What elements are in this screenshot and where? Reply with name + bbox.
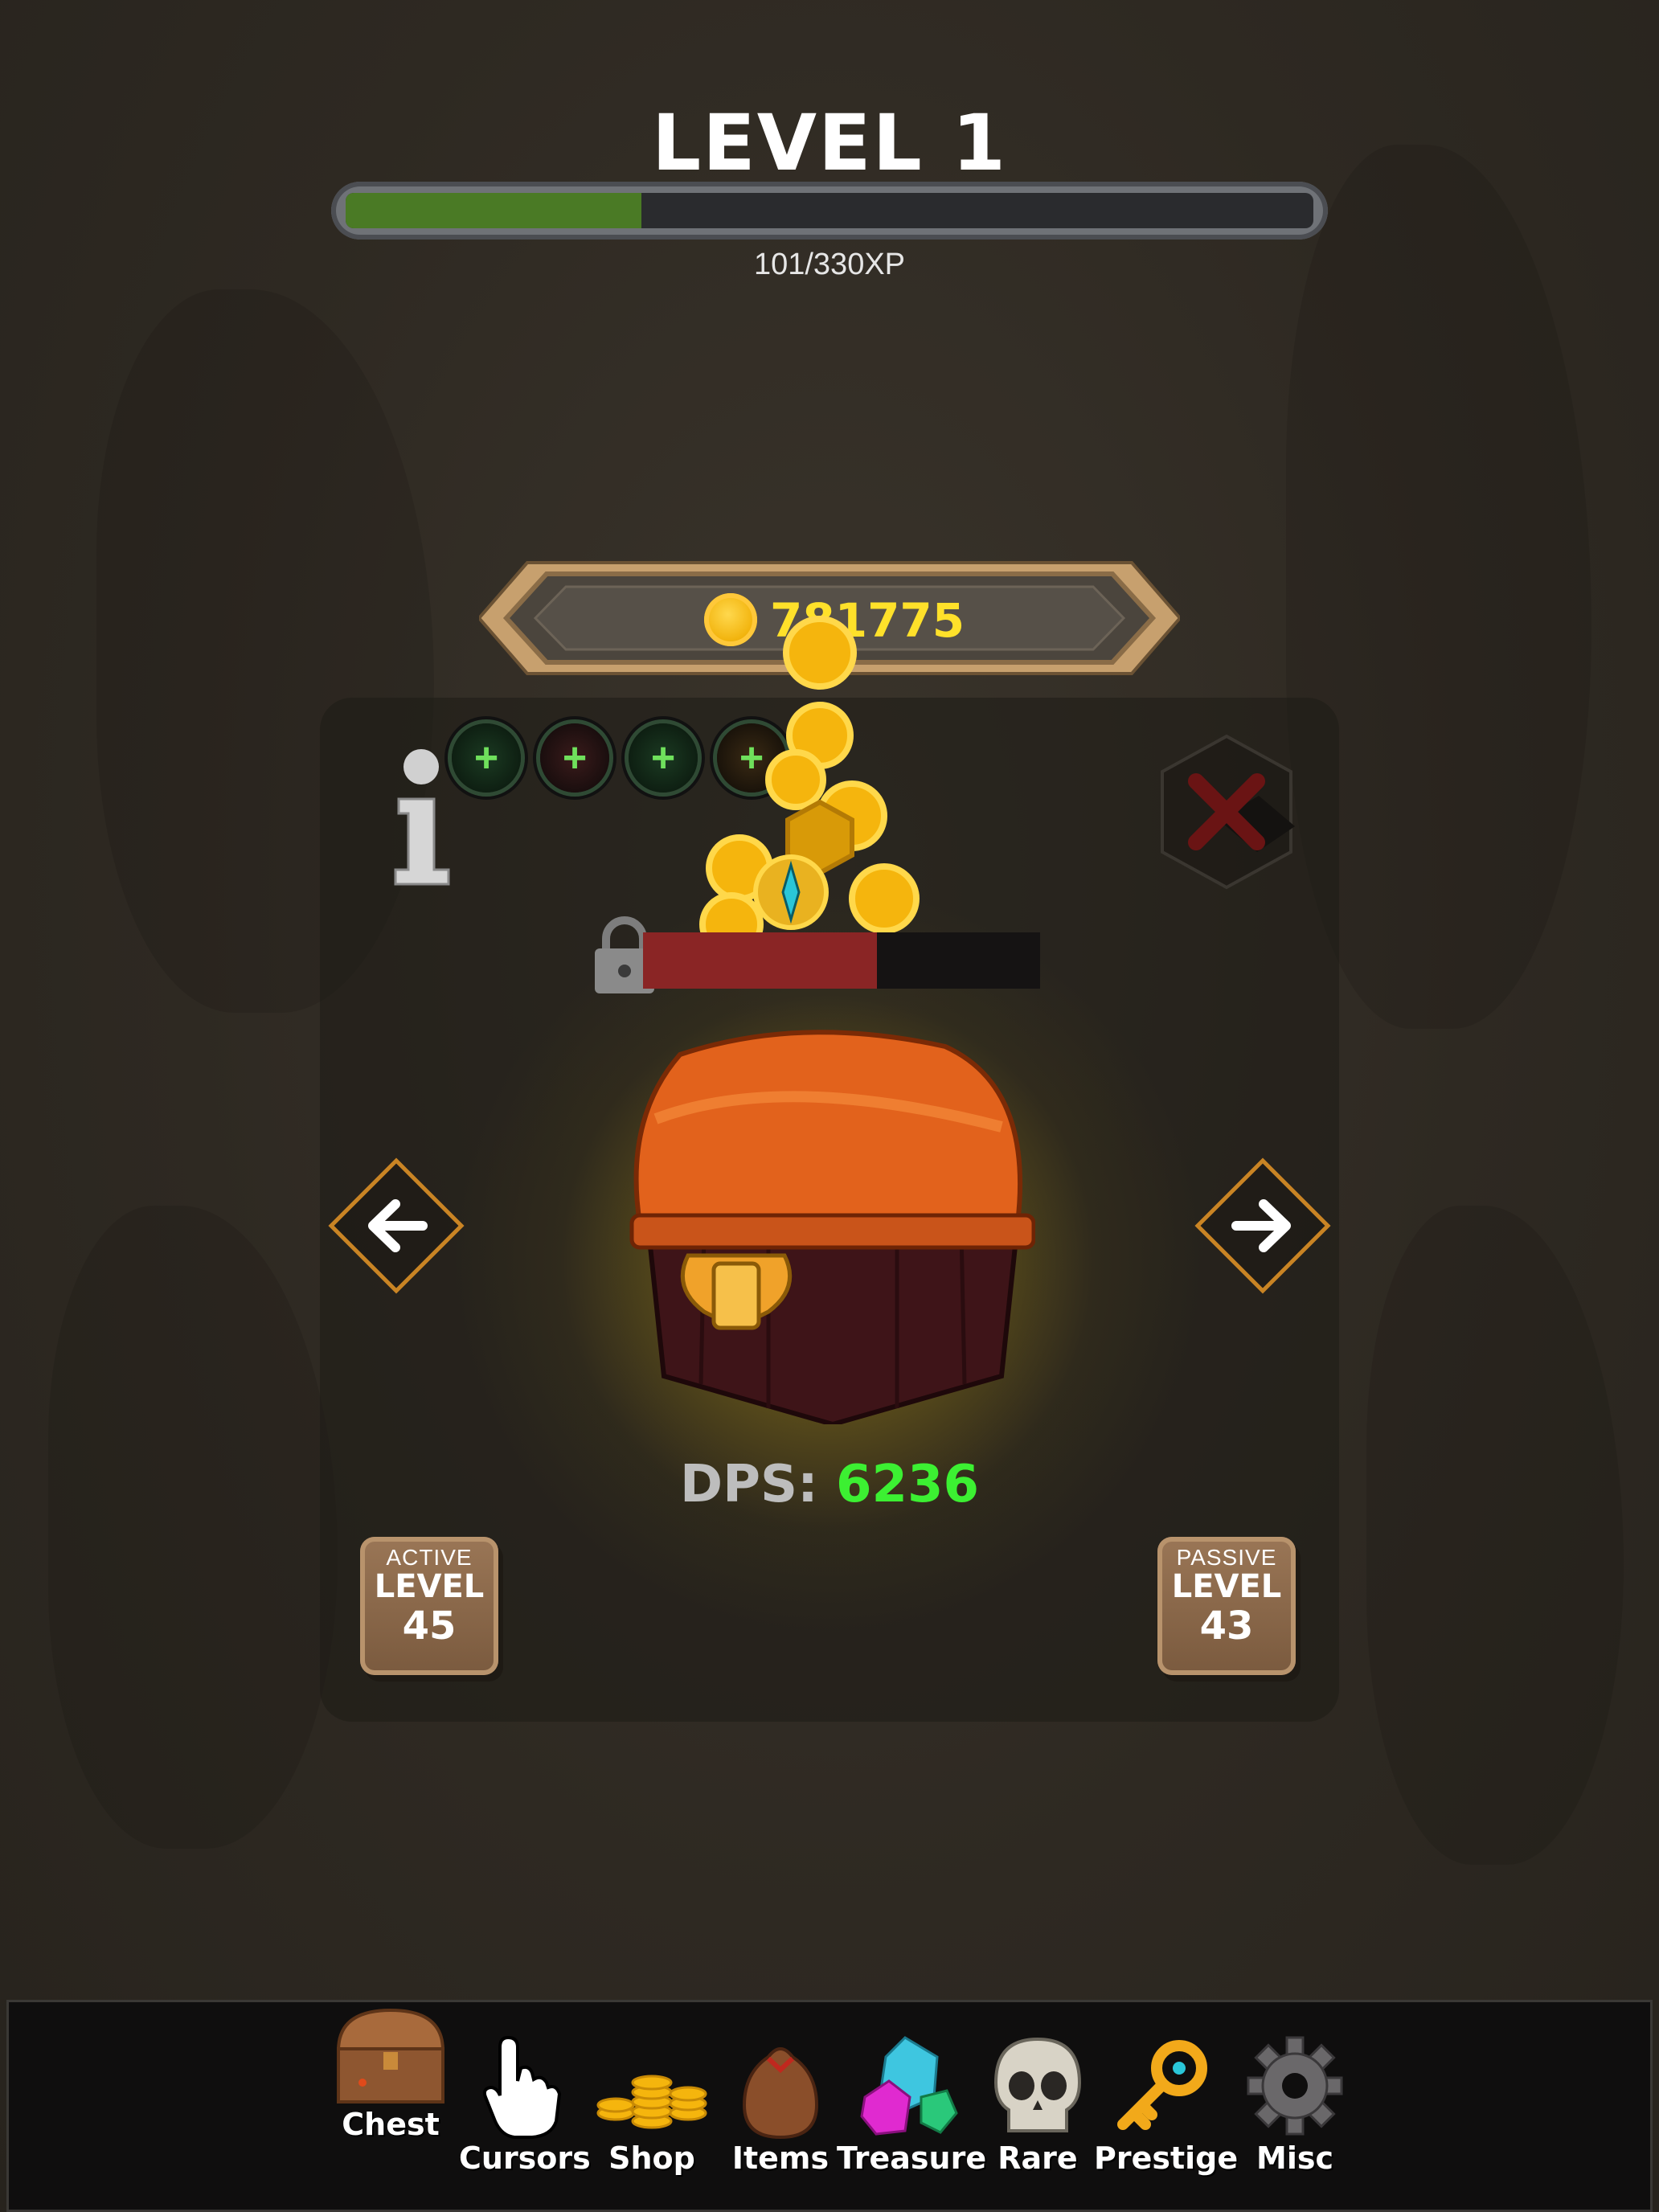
dps-display: DPS: 6236 (0, 1455, 1659, 1514)
nav-label: Cursors (459, 2140, 591, 2176)
active-level-value: 45 (402, 1604, 457, 1649)
active-level-caption: ACTIVE (386, 1545, 473, 1570)
nav-label: Misc (1256, 2140, 1333, 2176)
red-potion-icon[interactable]: + (540, 723, 609, 793)
next-chest-arrow[interactable] (1194, 1157, 1331, 1294)
sack-icon (742, 2047, 819, 2140)
hand-cursor-icon (482, 2035, 562, 2139)
background-rock (1366, 1206, 1624, 1865)
nav-label: Chest (342, 2107, 440, 2142)
nav-treasure[interactable]: Treasure (837, 2033, 987, 2176)
background-rock (48, 1206, 338, 1849)
dps-label: DPS: (679, 1455, 836, 1514)
xp-text: 101/330XP (753, 248, 906, 281)
gear-icon (1247, 2036, 1343, 2136)
coin-pile-icon (596, 2075, 707, 2129)
chest-health-fill (643, 932, 878, 989)
passive-level-label: LEVEL (1171, 1568, 1282, 1605)
player-level-title: LEVEL 1 (651, 98, 1007, 188)
bottom-nav: Chest Cursors Shop Items Treasure Rare P… (6, 2000, 1653, 2212)
xp-fill (346, 193, 642, 228)
nav-label: Shop (608, 2140, 695, 2176)
previous-chest-arrow[interactable] (328, 1157, 465, 1294)
active-level-label: LEVEL (374, 1568, 485, 1605)
nav-label: Treasure (837, 2140, 987, 2176)
nav-label: Items (731, 2140, 830, 2176)
passive-level-caption: PASSIVE (1176, 1545, 1277, 1570)
treasure-chest[interactable] (624, 1022, 1035, 1424)
info-icon[interactable] (392, 743, 457, 887)
chest-health-bar (643, 932, 1040, 989)
green-flask-icon[interactable]: + (629, 723, 698, 793)
green-potion-icon[interactable]: + (452, 723, 521, 793)
active-level-badge[interactable]: ACTIVE LEVEL 45 (360, 1537, 498, 1675)
dps-value: 6236 (835, 1455, 980, 1514)
nav-label: Prestige (1094, 2140, 1239, 2176)
passive-level-value: 43 (1199, 1604, 1254, 1649)
nav-cursors[interactable]: Cursors (459, 2033, 591, 2176)
close-icon[interactable] (1154, 731, 1299, 892)
xp-track (346, 193, 1313, 228)
nav-label: Rare (997, 2140, 1078, 2176)
nav-chest[interactable]: Chest (322, 2002, 459, 2142)
skull-icon (993, 2037, 1082, 2132)
nav-prestige[interactable]: Prestige (1094, 2033, 1239, 2176)
passive-level-badge[interactable]: PASSIVE LEVEL 43 (1157, 1537, 1296, 1675)
nav-misc[interactable]: Misc (1231, 2033, 1359, 2176)
coin-burst (699, 616, 920, 956)
key-icon (1117, 2040, 1207, 2130)
chest-icon (336, 2008, 445, 2103)
xp-progress-bar (331, 182, 1328, 240)
nav-rare[interactable]: Rare (981, 2033, 1094, 2176)
gems-icon (860, 2036, 958, 2136)
nav-items[interactable]: Items (724, 2033, 837, 2176)
nav-shop[interactable]: Shop (588, 2033, 716, 2176)
